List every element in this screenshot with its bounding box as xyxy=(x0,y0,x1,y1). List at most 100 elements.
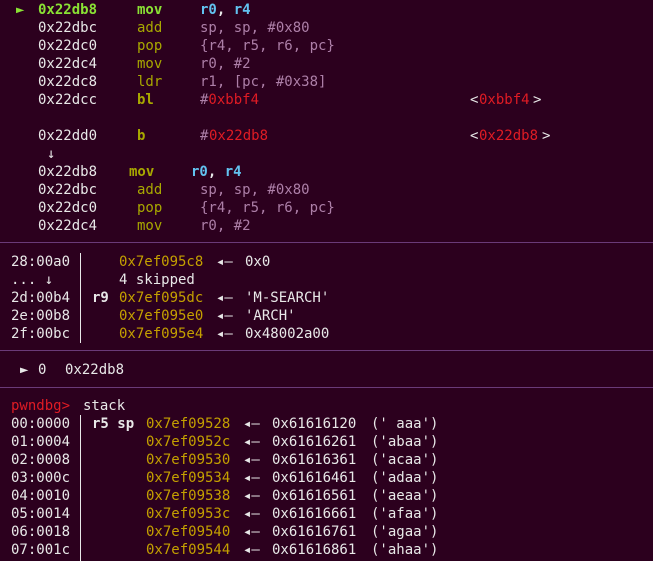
operand: {r4, r5, r6, pc} xyxy=(200,38,335,54)
stack-address: 0x7ef09528 xyxy=(146,416,231,432)
points-to-arrow-icon: ◂— xyxy=(243,488,260,504)
frame-address: 0x22db8 xyxy=(65,362,125,378)
stack-value: 0x61616561 xyxy=(272,488,357,504)
instruction-address: 0x22dd0 xyxy=(38,128,98,144)
current-instruction-marker-icon: ► xyxy=(16,2,25,18)
stack-address: 0x7ef095e0 xyxy=(119,308,204,324)
stack-string: (' aaa') xyxy=(371,416,439,432)
stack-value: 'M-SEARCH' xyxy=(245,290,330,306)
stack-value: 0x61616120 xyxy=(272,416,357,432)
stack-value: 0x61616361 xyxy=(272,452,357,468)
stack-offset: ... ↓ xyxy=(11,272,54,288)
stack-offset: 07:001c xyxy=(11,542,71,558)
instruction-mnemonic: b xyxy=(137,128,146,144)
instruction-mnemonic: add xyxy=(137,182,163,198)
jump-down-arrow-icon: ↓ xyxy=(47,146,56,162)
stack-address: 0x7ef095dc xyxy=(119,290,204,306)
instruction-address: 0x22db8 xyxy=(38,2,98,18)
section-divider xyxy=(0,242,653,243)
stack-value: 0x61616461 xyxy=(272,470,357,486)
operand: , xyxy=(216,2,234,18)
stack-offset: 06:0018 xyxy=(11,524,71,540)
instruction-mnemonic: pop xyxy=(137,38,163,54)
points-to-arrow-icon: ◂— xyxy=(216,308,233,324)
frame-marker-icon: ► xyxy=(20,362,29,378)
stack-value: 'ARCH' xyxy=(245,308,296,324)
stack-offset: 28:00a0 xyxy=(11,254,71,270)
command-text: stack xyxy=(83,398,126,414)
branch-target-bracket: < xyxy=(470,128,479,144)
operand: r4 xyxy=(224,164,242,180)
points-to-arrow-icon: ◂— xyxy=(216,326,233,342)
column-divider xyxy=(80,415,81,561)
stack-address: 0x7ef095e4 xyxy=(119,326,204,342)
operand: r0, #2 xyxy=(200,56,251,72)
stack-offset: 02:0008 xyxy=(11,452,71,468)
stack-string: ('afaa') xyxy=(371,506,439,522)
section-divider xyxy=(0,387,653,388)
points-to-arrow-icon: ◂— xyxy=(216,290,233,306)
stack-string: ('ahaa') xyxy=(371,542,439,558)
stack-value: 0x61616261 xyxy=(272,434,357,450)
stack-address: 0x7ef09534 xyxy=(146,470,231,486)
operand: 0xbbf4 xyxy=(208,92,259,108)
points-to-arrow-icon: ◂— xyxy=(243,524,260,540)
instruction-mnemonic: mov xyxy=(129,164,155,180)
stack-address: 0x7ef0953c xyxy=(146,506,231,522)
stack-address: 0x7ef095c8 xyxy=(119,254,204,270)
stack-value: 0x61616861 xyxy=(272,542,357,558)
stack-offset: 03:000c xyxy=(11,470,71,486)
stack-string: ('acaa') xyxy=(371,452,439,468)
instruction-mnemonic: bl xyxy=(137,92,154,108)
stack-string: ('agaa') xyxy=(371,524,439,540)
points-to-arrow-icon: ◂— xyxy=(243,470,260,486)
instruction-address: 0x22dbc xyxy=(38,182,98,198)
points-to-arrow-icon: ◂— xyxy=(216,254,233,270)
instruction-address: 0x22dc0 xyxy=(38,38,98,54)
stack-value: 0x0 xyxy=(245,254,271,270)
section-divider xyxy=(0,350,653,351)
stack-address: 0x7ef09538 xyxy=(146,488,231,504)
stack-offset: 05:0014 xyxy=(11,506,71,522)
stack-value: 0x61616761 xyxy=(272,524,357,540)
instruction-mnemonic: mov xyxy=(137,218,163,234)
points-to-arrow-icon: ◂— xyxy=(243,506,260,522)
points-to-arrow-icon: ◂— xyxy=(243,416,260,432)
stack-offset: 2d:00b4 xyxy=(11,290,71,306)
frame-index: 0 xyxy=(38,362,47,378)
instruction-mnemonic: mov xyxy=(137,56,163,72)
operand: r1, [pc, #0x38] xyxy=(200,74,327,90)
branch-target-bracket: > xyxy=(533,92,542,108)
stack-string: ('adaa') xyxy=(371,470,439,486)
stack-value: 0x61616661 xyxy=(272,506,357,522)
operand: sp, sp, #0x80 xyxy=(200,182,310,198)
instruction-address: 0x22dc4 xyxy=(38,56,98,72)
branch-target-bracket: > xyxy=(542,128,551,144)
instruction-address: 0x22dc0 xyxy=(38,200,98,216)
instruction-address: 0x22dc8 xyxy=(38,74,98,90)
operand: , xyxy=(207,164,225,180)
stack-string: ('aeaa') xyxy=(371,488,439,504)
register-label: r9 xyxy=(92,290,109,306)
operand: # xyxy=(200,92,209,108)
stack-address: 0x7ef09530 xyxy=(146,452,231,468)
stack-offset: 2e:00b8 xyxy=(11,308,71,324)
instruction-mnemonic: pop xyxy=(137,200,163,216)
instruction-mnemonic: mov xyxy=(137,2,163,18)
column-divider xyxy=(80,253,81,343)
points-to-arrow-icon: ◂— xyxy=(243,434,260,450)
stack-offset: 2f:00bc xyxy=(11,326,71,342)
pwndbg-prompt: pwndbg> xyxy=(11,398,71,414)
instruction-address: 0x22db8 xyxy=(38,164,98,180)
operand: r0 xyxy=(191,164,208,180)
points-to-arrow-icon: ◂— xyxy=(243,542,260,558)
operand: r0, #2 xyxy=(200,218,251,234)
stack-address: 0x7ef0952c xyxy=(146,434,231,450)
operand: 0x22db8 xyxy=(209,128,269,144)
instruction-address: 0x22dc4 xyxy=(38,218,98,234)
operand: r4 xyxy=(233,2,251,18)
branch-target: 0xbbf4 xyxy=(479,92,530,108)
instruction-address: 0x22dcc xyxy=(38,92,98,108)
instruction-mnemonic: add xyxy=(137,20,163,36)
instruction-address: 0x22dbc xyxy=(38,20,98,36)
